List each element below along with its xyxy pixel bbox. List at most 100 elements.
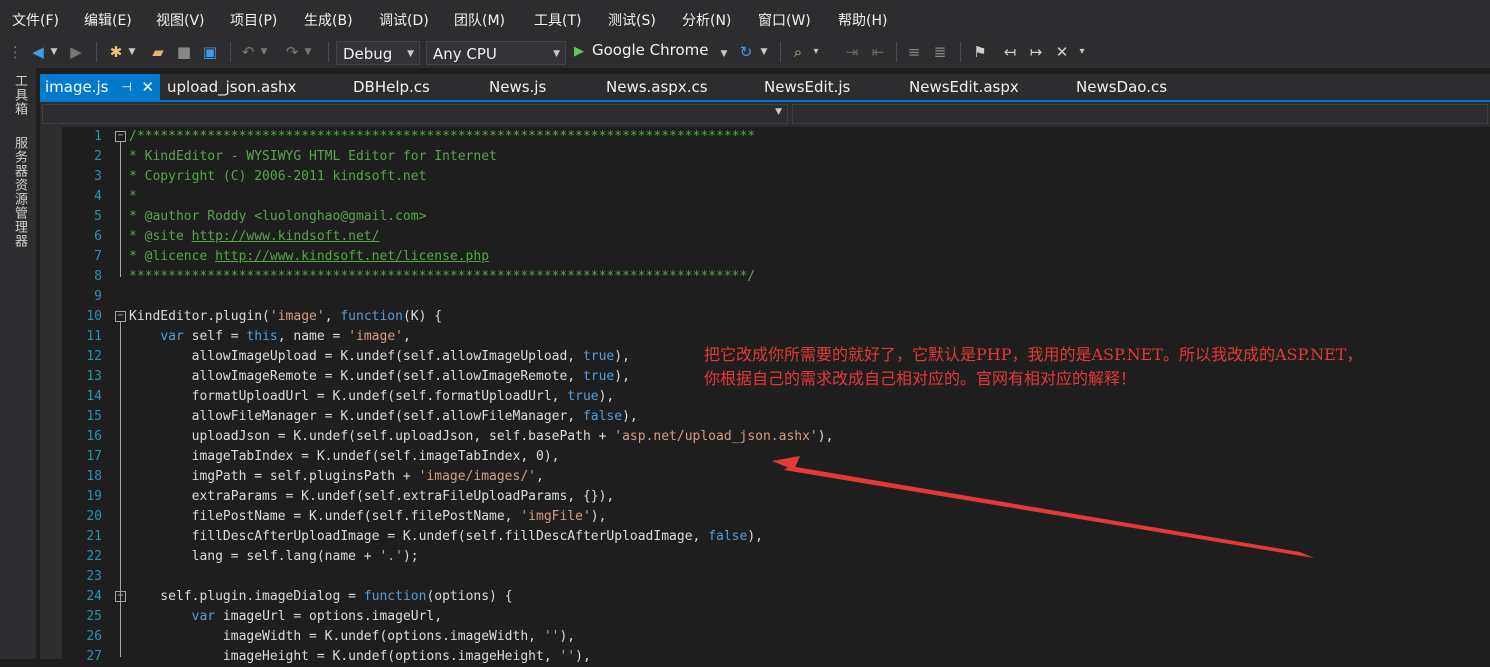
code-line[interactable]: 9: [62, 287, 1490, 307]
step-over-icon[interactable]: ⇥: [842, 42, 862, 62]
code-text: imageTabIndex = K.undef(self.imageTabInd…: [129, 447, 560, 467]
navigate-forward-icon[interactable]: ▶: [66, 42, 86, 62]
code-token: this: [246, 329, 278, 344]
previous-bookmark-icon[interactable]: ↤: [1000, 42, 1020, 62]
new-dropdown-icon[interactable]: ▼: [126, 42, 138, 62]
code-line[interactable]: 5 * @author Roddy <luolonghao@gmail.com>: [62, 207, 1490, 227]
menu-debug[interactable]: 调试(D): [379, 10, 429, 30]
code-line[interactable]: 18 imgPath = self.pluginsPath + 'image/i…: [62, 467, 1490, 487]
menu-project[interactable]: 项目(P): [230, 10, 277, 30]
code-line[interactable]: 27 imageHeight = K.undef(options.imageHe…: [62, 647, 1490, 667]
types-dropdown[interactable]: ▼: [42, 104, 788, 124]
refresh-dropdown-icon[interactable]: ▼: [758, 42, 770, 62]
menu-analyze[interactable]: 分析(N): [682, 10, 731, 30]
tab-newsdao-cs[interactable]: NewsDao.cs: [1076, 74, 1167, 100]
toolbar-separator: [230, 42, 231, 62]
code-token: allowImageRemote = K.undef(self.allowIma…: [129, 369, 583, 384]
close-icon[interactable]: ✕: [141, 74, 154, 100]
solution-platform-select[interactable]: Any CPU ▼: [426, 41, 566, 65]
toolbar-overflow-icon[interactable]: ▾: [1076, 42, 1088, 62]
server-explorer-tab[interactable]: 服务器资源管理器: [10, 136, 28, 248]
tab-news-aspx-cs[interactable]: News.aspx.cs: [606, 74, 708, 100]
code-token[interactable]: http://www.kindsoft.net/license.php: [215, 249, 489, 264]
bookmark-icon[interactable]: ⚑: [970, 42, 990, 62]
clear-bookmarks-icon[interactable]: ✕: [1052, 42, 1072, 62]
tab-image-js[interactable]: image.js ⊣ ✕: [40, 74, 160, 100]
menu-tools[interactable]: 工具(T): [534, 10, 581, 30]
code-line[interactable]: 22 lang = self.lang(name + '.');: [62, 547, 1490, 567]
code-text: imgPath = self.pluginsPath + 'image/imag…: [129, 467, 544, 487]
back-dropdown-icon[interactable]: ▼: [48, 42, 60, 62]
line-number: 17: [86, 449, 102, 464]
tab-newsedit-aspx[interactable]: NewsEdit.aspx: [909, 74, 1019, 100]
code-line[interactable]: 26 imageWidth = K.undef(options.imageWid…: [62, 627, 1490, 647]
navigate-back-icon[interactable]: ◀: [28, 42, 48, 62]
collapse-region-icon[interactable]: −: [115, 311, 126, 322]
line-number: 9: [94, 289, 102, 304]
pin-icon[interactable]: ⊣: [122, 74, 132, 100]
uncomment-icon[interactable]: ≣: [930, 42, 950, 62]
code-token: ),: [614, 349, 630, 364]
code-line[interactable]: 17 imageTabIndex = K.undef(self.imageTab…: [62, 447, 1490, 467]
code-line[interactable]: 3 * Copyright (C) 2006-2011 kindsoft.net: [62, 167, 1490, 187]
code-line[interactable]: 8 ***************************************…: [62, 267, 1490, 287]
save-all-icon[interactable]: ▣: [200, 42, 220, 62]
step-into-icon[interactable]: ⇤: [868, 42, 888, 62]
open-folder-icon[interactable]: ▰: [148, 42, 168, 62]
redo-icon[interactable]: ↷: [282, 42, 302, 62]
toolbar-overflow-icon[interactable]: ▾: [810, 42, 822, 62]
menu-window[interactable]: 窗口(W): [758, 10, 811, 30]
code-line[interactable]: 6 * @site http://www.kindsoft.net/: [62, 227, 1490, 247]
code-line[interactable]: 15 allowFileManager = K.undef(self.allow…: [62, 407, 1490, 427]
undo-icon[interactable]: ↶: [238, 42, 258, 62]
line-number: 15: [86, 409, 102, 424]
code-line[interactable]: 24− self.plugin.imageDialog = function(o…: [62, 587, 1490, 607]
code-line[interactable]: 10 − KindEditor.plugin('image', function(K…: [62, 307, 1490, 327]
code-token: ,: [402, 329, 411, 344]
code-token: 'imgFile': [520, 509, 591, 524]
indicator-margin: [40, 127, 62, 659]
menu-team[interactable]: 团队(M): [454, 10, 505, 30]
code-line[interactable]: 25 var imageUrl = options.imageUrl,: [62, 607, 1490, 627]
code-line[interactable]: 16 uploadJson = K.undef(self.uploadJson,…: [62, 427, 1490, 447]
next-bookmark-icon[interactable]: ↦: [1026, 42, 1046, 62]
redo-dropdown-icon[interactable]: ▼: [302, 42, 314, 62]
menu-build[interactable]: 生成(B): [304, 10, 353, 30]
code-token[interactable]: http://www.kindsoft.net/: [192, 229, 380, 244]
save-icon[interactable]: ■: [174, 42, 194, 62]
refresh-icon[interactable]: ↻: [736, 42, 756, 62]
menu-edit[interactable]: 编辑(E): [84, 10, 132, 30]
code-line[interactable]: 2 * KindEditor - WYSIWYG HTML Editor for …: [62, 147, 1490, 167]
menu-help[interactable]: 帮助(H): [838, 10, 887, 30]
code-line[interactable]: 23: [62, 567, 1490, 587]
menu-view[interactable]: 视图(V): [156, 10, 205, 30]
code-line[interactable]: 7 * @licence http://www.kindsoft.net/lice…: [62, 247, 1490, 267]
menu-file[interactable]: 文件(F): [12, 10, 59, 30]
find-in-files-icon[interactable]: ⌕: [788, 42, 808, 62]
tab-dbhelp-cs[interactable]: DBHelp.cs: [353, 74, 430, 100]
code-text: fillDescAfterUploadImage = K.undef(self.…: [129, 527, 763, 547]
new-project-icon[interactable]: ✱: [106, 42, 126, 62]
collapse-region-icon[interactable]: −: [115, 131, 126, 142]
code-token: 'image/images/': [418, 469, 536, 484]
tab-news-js[interactable]: News.js: [489, 74, 546, 100]
code-editor[interactable]: 1−/*************************************…: [62, 127, 1490, 664]
code-line[interactable]: 20 filePostName = K.undef(self.filePostN…: [62, 507, 1490, 527]
tab-newsedit-js[interactable]: NewsEdit.js: [764, 74, 850, 100]
annotation-note: 把它改成你所需要的就好了，它默认是PHP，我用的是ASP.NET。所以我改成的A…: [704, 343, 1362, 391]
tab-upload-json-ashx[interactable]: upload_json.ashx: [167, 74, 296, 100]
members-dropdown[interactable]: [792, 104, 1488, 124]
code-line[interactable]: 1 −/*************************************…: [62, 127, 1490, 147]
toolbox-tab[interactable]: 工具箱: [10, 74, 28, 116]
navigation-bar: ▼: [40, 102, 1490, 127]
menu-test[interactable]: 测试(S): [608, 10, 656, 30]
start-debugging-button[interactable]: ▶ Google Chrome: [574, 38, 709, 62]
solution-configuration-select[interactable]: Debug ▼: [336, 41, 420, 65]
run-target-dropdown-icon[interactable]: ▼: [718, 44, 730, 64]
code-line[interactable]: 4 *: [62, 187, 1490, 207]
code-line[interactable]: 19 extraParams = K.undef(self.extraFileU…: [62, 487, 1490, 507]
code-line[interactable]: 21 fillDescAfterUploadImage = K.undef(se…: [62, 527, 1490, 547]
code-token: self =: [183, 329, 247, 344]
undo-dropdown-icon[interactable]: ▼: [258, 42, 270, 62]
comment-icon[interactable]: ≡: [904, 42, 924, 62]
